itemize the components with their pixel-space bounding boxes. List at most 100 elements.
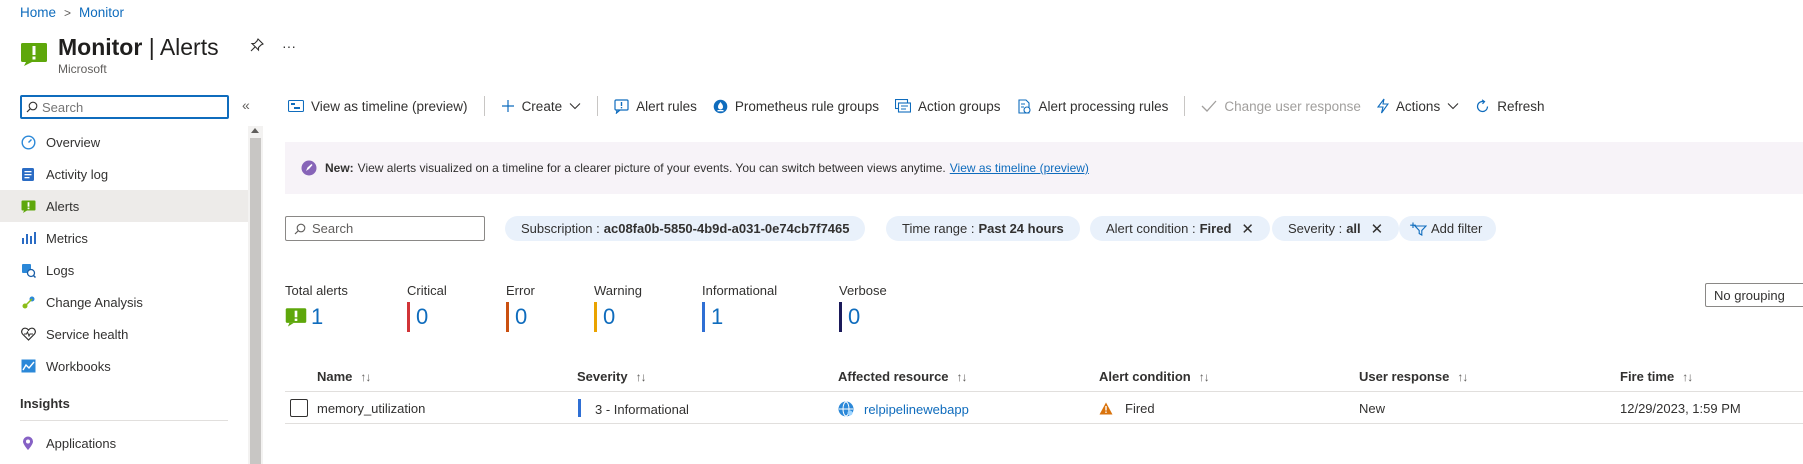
breadcrumb-home-link[interactable]: Home — [20, 5, 56, 20]
severity-color-bar — [702, 302, 705, 332]
view-as-timeline-button[interactable]: View as timeline (preview) — [288, 99, 468, 114]
sidebar-nav: Overview Activity log Alerts Metrics Log… — [0, 126, 248, 459]
command-toolbar: View as timeline (preview) Create Alert … — [288, 94, 1560, 118]
alert-processing-rules-button[interactable]: Alert processing rules — [1017, 98, 1169, 114]
remove-filter-close-icon[interactable]: ✕ — [1241, 220, 1254, 238]
pin-icon[interactable] — [250, 38, 264, 52]
column-header-user-response[interactable]: User response ↑↓ — [1359, 369, 1468, 384]
create-button[interactable]: Create — [501, 99, 582, 114]
warning-icon — [1099, 402, 1113, 415]
banner-timeline-link[interactable]: View as timeline (preview) — [950, 161, 1089, 175]
sidebar-item-label: Overview — [46, 134, 101, 150]
alert-condition-value: Fired — [1125, 401, 1155, 416]
column-header-alert-condition[interactable]: Alert condition ↑↓ — [1099, 369, 1210, 384]
alerts-search-placeholder: Search — [312, 221, 354, 236]
summary-verbose[interactable]: Verbose 0 — [839, 283, 887, 332]
summary-label: Verbose — [839, 283, 887, 298]
refresh-button[interactable]: Refresh — [1475, 99, 1544, 114]
sidebar-item-logs[interactable]: Logs — [0, 254, 248, 286]
sidebar-item-label: Metrics — [46, 230, 88, 246]
sidebar-item-metrics[interactable]: Metrics — [0, 222, 248, 254]
actions-button[interactable]: Actions — [1376, 98, 1459, 114]
web-app-icon — [838, 401, 854, 417]
add-filter-label: Add filter — [1431, 221, 1483, 236]
sidebar-item-alerts[interactable]: Alerts — [0, 190, 248, 222]
page-subtitle: Microsoft — [58, 62, 107, 76]
more-options-button[interactable]: ··· — [282, 38, 296, 54]
row-select-checkbox[interactable] — [290, 399, 308, 417]
monitor-alerts-icon — [21, 43, 47, 66]
scroll-up-icon[interactable] — [251, 128, 259, 133]
sidebar-scrollbar[interactable] — [248, 126, 263, 464]
sidebar-item-service-health[interactable]: Service health — [0, 318, 248, 350]
workbooks-icon — [20, 358, 36, 374]
timeline-icon — [288, 99, 304, 113]
sidebar-item-label: Logs — [46, 262, 75, 278]
column-header-fire-time[interactable]: Fire time ↑↓ — [1620, 369, 1693, 384]
sidebar-item-applications[interactable]: Applications — [0, 427, 248, 459]
summary-error[interactable]: Error 0 — [506, 283, 535, 332]
table-row[interactable]: memory_utilization 3 - Informational rel… — [285, 393, 1803, 424]
prometheus-rule-groups-label: Prometheus rule groups — [734, 98, 879, 114]
logs-icon — [20, 262, 36, 278]
severity-filter-pill[interactable]: Severity : all ✕ — [1272, 216, 1400, 241]
view-as-timeline-label: View as timeline (preview) — [311, 98, 468, 114]
metrics-icon — [20, 230, 36, 246]
sidebar-item-workbooks[interactable]: Workbooks — [0, 350, 248, 382]
severity-color-bar — [578, 399, 581, 417]
scrollbar-thumb[interactable] — [250, 138, 261, 464]
summary-value: 1 — [311, 304, 324, 329]
lightning-icon — [1376, 98, 1389, 114]
sidebar-item-activity-log[interactable]: Activity log — [0, 158, 248, 190]
alerts-icon — [20, 198, 36, 214]
add-filter-button[interactable]: Add filter — [1399, 216, 1497, 241]
sidebar-search-box[interactable] — [20, 95, 229, 119]
sidebar-item-label: Alerts — [46, 198, 80, 214]
alert-processing-rules-label: Alert processing rules — [1038, 98, 1169, 114]
chevron-down-icon — [1447, 103, 1459, 110]
fire-time-cell: 12/29/2023, 1:59 PM — [1620, 401, 1741, 416]
alert-name-link[interactable]: memory_utilization — [317, 401, 425, 416]
column-header-severity[interactable]: Severity ↑↓ — [577, 369, 647, 384]
summary-critical[interactable]: Critical 0 — [407, 283, 447, 332]
sidebar-item-change-analysis[interactable]: Change Analysis — [0, 286, 248, 318]
sort-icon: ↑↓ — [1457, 369, 1468, 384]
subscription-filter-pill[interactable]: Subscription : ac08fa0b-5850-4b9d-a031-0e… — [505, 216, 866, 241]
page-title: Monitor | Alerts — [58, 34, 219, 60]
sidebar-search-input[interactable] — [42, 99, 222, 115]
sidebar: « Overview Activity log Alerts Metrics L… — [0, 89, 263, 464]
summary-informational[interactable]: Informational 1 — [702, 283, 778, 332]
search-icon — [26, 101, 38, 113]
severity-color-bar — [506, 302, 509, 332]
alert-rules-button[interactable]: Alert rules — [614, 99, 697, 114]
remove-filter-close-icon[interactable]: ✕ — [1371, 220, 1384, 238]
prometheus-rule-groups-button[interactable]: Prometheus rule groups — [713, 99, 879, 114]
breadcrumb-monitor-link[interactable]: Monitor — [79, 5, 124, 20]
summary-total-alerts[interactable]: Total alerts 1 — [285, 283, 348, 331]
sidebar-item-overview[interactable]: Overview — [0, 126, 248, 158]
collapse-sidebar-button[interactable]: « — [242, 97, 250, 113]
summary-label: Informational — [702, 283, 778, 298]
rocket-icon — [301, 160, 317, 176]
severity-filter-label: Severity : — [1288, 221, 1343, 236]
alert-condition-filter-pill[interactable]: Alert condition : Fired ✕ — [1090, 216, 1270, 241]
refresh-label: Refresh — [1497, 98, 1545, 114]
time-range-filter-value: Past 24 hours — [978, 221, 1064, 236]
column-header-affected-resource[interactable]: Affected resource ↑↓ — [838, 369, 968, 384]
affected-resource-link[interactable]: relpipelinewebapp — [864, 402, 969, 417]
summary-label: Total alerts — [285, 283, 348, 298]
page-header: Monitor | Alerts Microsoft — [20, 33, 219, 76]
title-actions: ··· — [250, 38, 296, 54]
breadcrumb: Home > Monitor — [20, 5, 124, 20]
change-user-response-label: Change user response — [1224, 98, 1361, 114]
summary-warning[interactable]: Warning 0 — [594, 283, 642, 332]
column-header-name[interactable]: Name ↑↓ — [317, 369, 371, 384]
alerts-search-box[interactable]: Search — [285, 216, 485, 241]
change-user-response-button[interactable]: Change user response — [1201, 99, 1361, 114]
action-groups-button[interactable]: Action groups — [894, 99, 1001, 114]
alert-condition-filter-value: Fired — [1199, 221, 1232, 236]
summary-value: 0 — [515, 304, 528, 329]
overview-icon — [20, 134, 36, 150]
grouping-dropdown[interactable]: No grouping — [1705, 283, 1803, 307]
time-range-filter-pill[interactable]: Time range : Past 24 hours — [886, 216, 1080, 241]
